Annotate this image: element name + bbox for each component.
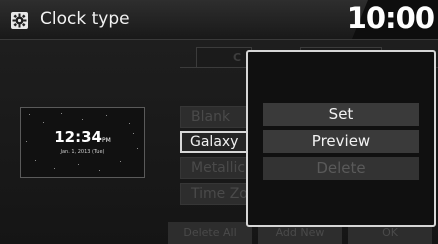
preview-time: 12:34PM bbox=[54, 128, 111, 146]
delete-button[interactable]: Delete bbox=[263, 157, 419, 180]
clock-type-blank[interactable]: Blank bbox=[180, 106, 248, 128]
clock-time: 10:00 bbox=[346, 1, 435, 35]
delete-all-button[interactable]: Delete All bbox=[168, 222, 252, 244]
clock-preview: 12:34PM Jan. 1, 2013 (Tue) bbox=[20, 107, 145, 178]
tab-clock[interactable]: C bbox=[196, 47, 252, 68]
title-bar: Clock type 10:00 bbox=[0, 0, 438, 40]
preview-ampm: PM bbox=[101, 137, 111, 144]
clock-type-metallic[interactable]: Metallic bbox=[180, 157, 248, 179]
preview-date: Jan. 1, 2013 (Tue) bbox=[60, 149, 105, 155]
clock-type-galaxy[interactable]: Galaxy bbox=[180, 131, 248, 153]
clock-type-time-zone[interactable]: Time Zone bbox=[180, 183, 248, 205]
set-button[interactable]: Set bbox=[263, 103, 419, 126]
tab-label: C bbox=[232, 51, 242, 64]
gear-icon bbox=[11, 12, 28, 29]
page-title: Clock type bbox=[40, 9, 130, 29]
clock-display: 10:00 bbox=[347, 0, 438, 39]
preview-button[interactable]: Preview bbox=[263, 130, 419, 153]
options-popup: Set Preview Delete bbox=[246, 50, 436, 227]
